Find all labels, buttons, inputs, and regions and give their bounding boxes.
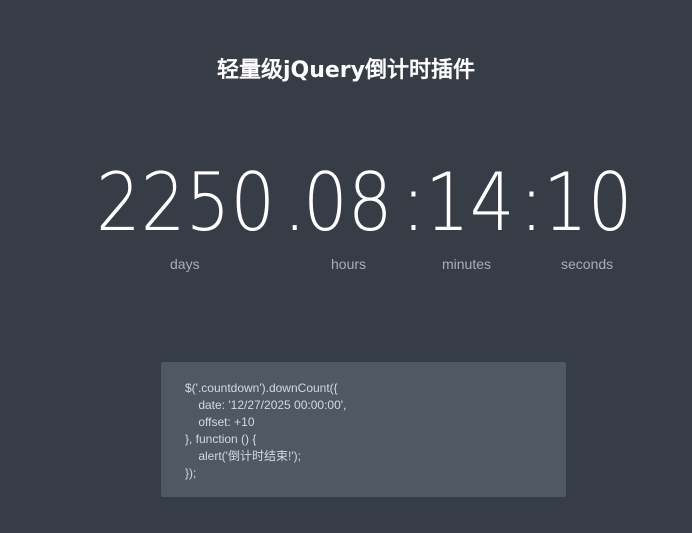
- page-title: 轻量级jQuery倒计时插件: [216, 58, 476, 83]
- code-line: });: [185, 466, 197, 480]
- code-line: $('.countdown').downCount({: [185, 381, 338, 395]
- code-line: }, function () {: [185, 432, 257, 446]
- label-days: days: [170, 256, 200, 272]
- page: 轻量级jQuery倒计时插件 2250 . 08 : 14 : 10 days …: [0, 0, 692, 533]
- label-minutes: minutes: [442, 256, 492, 272]
- countdown-minutes: 14: [425, 156, 515, 249]
- countdown-days: 2250: [96, 156, 276, 249]
- code-line: offset: +10: [185, 415, 255, 429]
- label-hours: hours: [331, 256, 367, 272]
- countdown-separator-colon: :: [400, 156, 427, 249]
- countdown-display: 2250 . 08 : 14 : 10: [0, 158, 692, 248]
- countdown-hours: 08: [303, 156, 393, 249]
- code-line: date: '12/27/2025 00:00:00',: [185, 398, 347, 412]
- code-sample-box: $('.countdown').downCount({ date: '12/27…: [161, 362, 566, 497]
- countdown-seconds: 10: [543, 156, 633, 249]
- label-seconds: seconds: [561, 256, 614, 272]
- countdown-separator-colon: :: [518, 156, 545, 249]
- code-line: alert('倒计时结束!');: [185, 449, 301, 463]
- countdown-labels: days hours minutes seconds: [0, 256, 692, 276]
